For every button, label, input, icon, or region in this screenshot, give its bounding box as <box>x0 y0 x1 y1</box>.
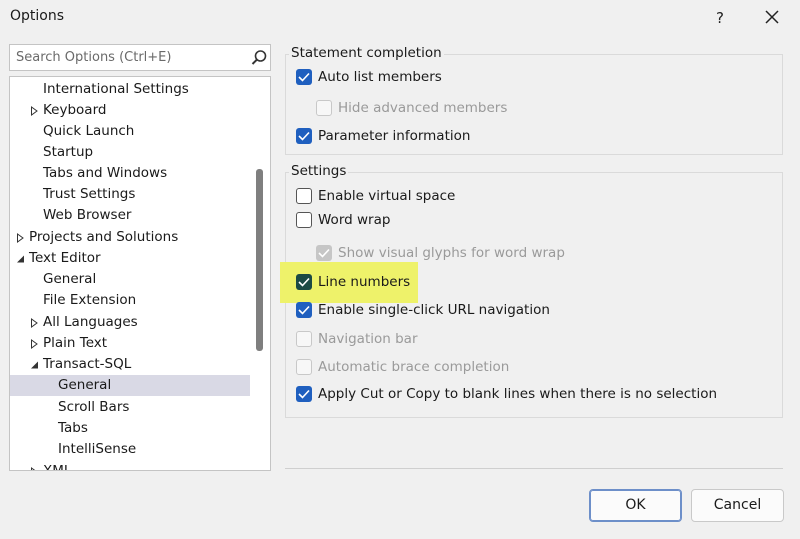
checkbox-label: Show visual glyphs for word wrap <box>338 245 565 261</box>
title-bar: Options ? <box>0 0 800 36</box>
tree-item-label: Quick Launch <box>43 123 135 139</box>
checkbox-label: Enable single-click URL navigation <box>318 302 550 318</box>
options-tree[interactable]: International Settings Keyboard Quick La… <box>9 76 271 471</box>
tree-item-label: General <box>58 377 112 393</box>
chevron-down-icon[interactable] <box>30 360 39 370</box>
tree-item-quick-launch[interactable]: Quick Launch <box>10 121 250 142</box>
checkbox-label: Auto list members <box>318 69 442 85</box>
tree-item-label: Tabs <box>58 420 88 436</box>
chevron-right-icon[interactable] <box>30 467 39 471</box>
chevron-down-icon[interactable] <box>16 254 25 264</box>
checkbox-box <box>296 69 312 85</box>
checkbox-box <box>296 359 312 375</box>
checkbox-label: Word wrap <box>318 212 391 228</box>
tree-item-intellisense[interactable]: IntelliSense <box>10 439 250 460</box>
help-button[interactable]: ? <box>706 4 734 32</box>
tree-item-text-editor[interactable]: Text Editor <box>10 248 250 269</box>
tree-item-label: Startup <box>43 144 94 160</box>
check-icon <box>298 131 310 141</box>
search-box <box>9 44 271 71</box>
tree-item-tabs[interactable]: Tabs <box>10 418 250 439</box>
tree-item-general[interactable]: General <box>10 269 250 290</box>
cancel-button[interactable]: Cancel <box>691 489 784 522</box>
tree-item-all-languages[interactable]: All Languages <box>10 312 250 333</box>
tree-item-label: IntelliSense <box>58 441 137 457</box>
check-icon <box>298 389 310 399</box>
checkbox-label: Line numbers <box>318 274 411 290</box>
close-button[interactable] <box>756 2 788 32</box>
tree-item-plain-text[interactable]: Plain Text <box>10 333 250 354</box>
checkbox-box <box>316 245 332 261</box>
tree-item-scroll-bars[interactable]: Scroll Bars <box>10 397 250 418</box>
tree-item-label: Web Browser <box>43 207 132 223</box>
ok-button[interactable]: OK <box>589 489 682 522</box>
tree-item-tabs-and-windows[interactable]: Tabs and Windows <box>10 163 250 184</box>
check-icon <box>298 305 310 315</box>
tree-item-international-settings[interactable]: International Settings <box>10 79 250 100</box>
checkbox-box <box>296 302 312 318</box>
tree-item-label: International Settings <box>43 81 189 97</box>
tree-scrollbar-thumb[interactable] <box>256 169 263 351</box>
checkbox-box <box>296 386 312 402</box>
footer-separator <box>285 468 783 469</box>
search-icon[interactable] <box>250 49 268 67</box>
tree-item-label: Scroll Bars <box>58 399 130 415</box>
tree-item-label: Text Editor <box>29 250 101 266</box>
chevron-right-icon[interactable] <box>16 233 25 243</box>
tree-item-label: All Languages <box>43 314 138 330</box>
check-icon <box>298 277 310 287</box>
search-input[interactable] <box>10 45 246 70</box>
tree-item-label: Projects and Solutions <box>29 229 179 245</box>
tree-item-label: General <box>43 271 97 287</box>
tree-item-label: Keyboard <box>43 102 107 118</box>
tree-item-label: Trust Settings <box>43 186 136 202</box>
tree-item-xml[interactable]: XML <box>10 461 250 471</box>
checkbox-label: Parameter information <box>318 128 471 144</box>
tree-item-keyboard[interactable]: Keyboard <box>10 100 250 121</box>
tree-item-label: File Extension <box>43 292 137 308</box>
tree-item-projects-and-solutions[interactable]: Projects and Solutions <box>10 227 250 248</box>
settings-title: Settings <box>289 163 349 179</box>
checkbox-label: Automatic brace completion <box>318 359 510 375</box>
tree-item-startup[interactable]: Startup <box>10 142 250 163</box>
checkbox-box <box>296 212 312 228</box>
tree-item-label: Tabs and Windows <box>43 165 168 181</box>
check-icon <box>298 72 310 82</box>
tree-item-label: Transact-SQL <box>43 356 132 372</box>
tree-item-label: Plain Text <box>43 335 108 351</box>
checkbox-box <box>296 274 312 290</box>
tree-item-label: XML <box>43 463 72 471</box>
checkbox-box <box>296 128 312 144</box>
window-title: Options <box>10 8 65 24</box>
checkbox-box <box>316 100 332 116</box>
tree-item-transact-sql[interactable]: Transact-SQL <box>10 354 250 375</box>
chevron-right-icon[interactable] <box>30 339 39 349</box>
tree-item-file-extension[interactable]: File Extension <box>10 290 250 311</box>
checkbox-label: Hide advanced members <box>338 100 508 116</box>
statement-completion-title: Statement completion <box>289 45 444 61</box>
chevron-right-icon[interactable] <box>30 106 39 116</box>
checkbox-label: Navigation bar <box>318 331 418 347</box>
tree-item-general-selected[interactable]: General <box>10 375 250 396</box>
close-icon <box>765 10 779 24</box>
checkbox-label: Enable virtual space <box>318 188 456 204</box>
check-icon <box>318 248 330 258</box>
checkbox-label: Apply Cut or Copy to blank lines when th… <box>318 386 718 402</box>
chevron-right-icon[interactable] <box>30 318 39 328</box>
tree-item-web-browser[interactable]: Web Browser <box>10 205 250 226</box>
tree-item-trust-settings[interactable]: Trust Settings <box>10 184 250 205</box>
checkbox-box <box>296 188 312 204</box>
checkbox-box <box>296 331 312 347</box>
